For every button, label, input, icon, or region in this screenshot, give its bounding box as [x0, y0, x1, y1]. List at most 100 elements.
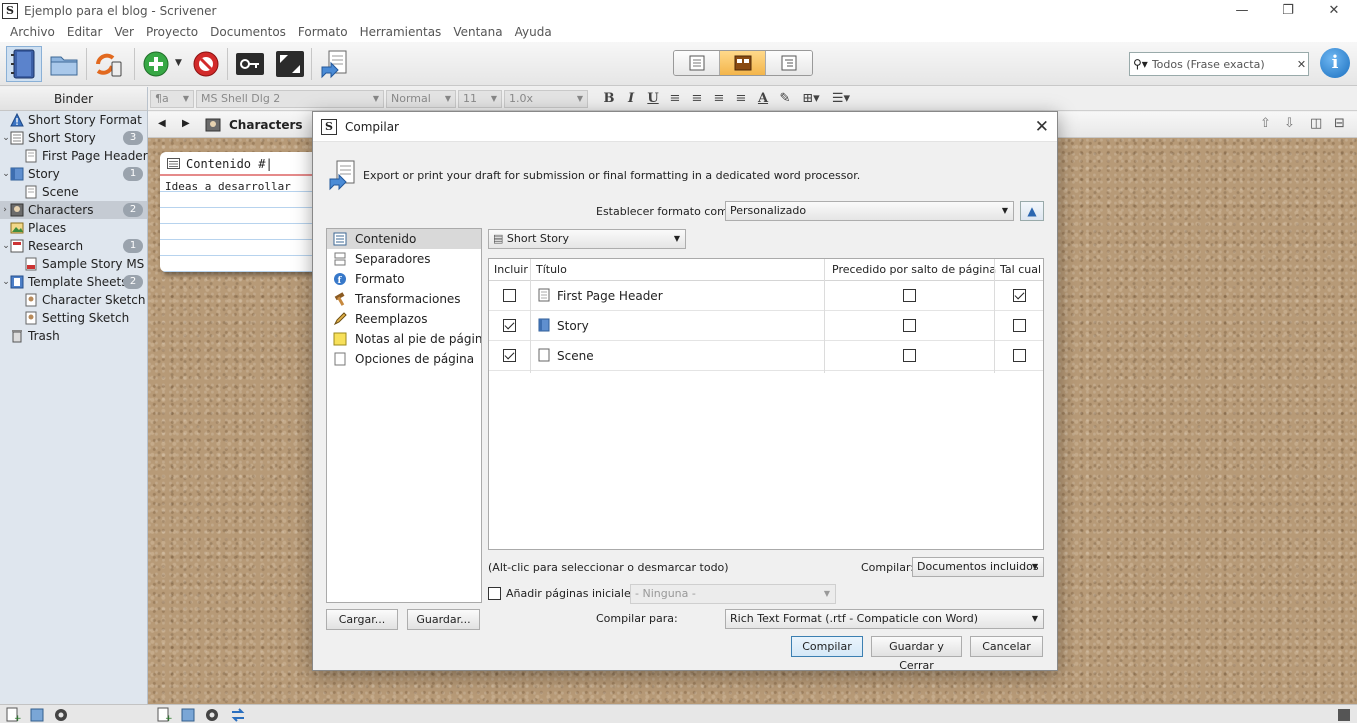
- table-icon[interactable]: ⊞▾: [796, 91, 826, 106]
- add-item-dropdown-arrow[interactable]: ▼: [175, 58, 182, 68]
- menu-proyecto[interactable]: Proyecto: [140, 25, 204, 39]
- format-dropdown[interactable]: Personalizado ▼: [725, 201, 1014, 221]
- keywords-button[interactable]: [232, 46, 268, 82]
- swap-arrows-icon[interactable]: [230, 707, 246, 722]
- split-horizontal-icon[interactable]: ⊟: [1334, 116, 1345, 131]
- card-synopsis[interactable]: Ideas a desarrollar: [160, 176, 320, 272]
- font-select[interactable]: MS Shell Dlg 2 ▼: [196, 89, 384, 108]
- menu-ventana[interactable]: Ventana: [447, 25, 508, 39]
- binder-item[interactable]: ⌄ Short Story 3: [0, 129, 147, 147]
- binder-item[interactable]: ⌄ Template Sheets 2: [0, 273, 147, 291]
- nav-contenido[interactable]: Contenido: [327, 229, 481, 249]
- corkboard-options-icon[interactable]: [1336, 707, 1352, 722]
- page-break-checkbox[interactable]: [903, 319, 916, 332]
- as-is-checkbox[interactable]: [1013, 289, 1026, 302]
- add-folder-icon[interactable]: [29, 707, 45, 722]
- card-title[interactable]: Contenido #|: [160, 152, 320, 176]
- include-checkbox[interactable]: [503, 319, 516, 332]
- menu-formato[interactable]: Formato: [292, 25, 354, 39]
- minimize-button[interactable]: —: [1219, 0, 1265, 22]
- close-window-button[interactable]: ✕: [1311, 0, 1357, 22]
- view-corkboard-button[interactable]: [720, 51, 766, 75]
- align-justify-icon[interactable]: ≡: [708, 91, 730, 106]
- add-folder-icon[interactable]: [180, 707, 196, 722]
- info-icon[interactable]: i: [1320, 48, 1350, 78]
- style-select[interactable]: ¶a ▼: [150, 89, 194, 108]
- add-item-button[interactable]: [138, 46, 174, 82]
- nav-formato[interactable]: f Formato: [327, 269, 481, 289]
- line-spacing-select[interactable]: 1.0x ▼: [504, 89, 588, 108]
- binder-item[interactable]: Character Sketch: [0, 291, 147, 309]
- bold-button[interactable]: B: [598, 91, 620, 106]
- binder-item[interactable]: Scene: [0, 183, 147, 201]
- menu-ver[interactable]: Ver: [108, 25, 140, 39]
- add-document-icon[interactable]: +: [5, 707, 21, 722]
- binder-item[interactable]: First Page Header: [0, 147, 148, 165]
- binder-item[interactable]: › Characters 2: [0, 201, 147, 219]
- font-size-select[interactable]: 11 ▼: [458, 89, 502, 108]
- compile-selection-dropdown[interactable]: Documentos incluidos ▼: [912, 557, 1044, 577]
- list-icon[interactable]: ☰▾: [826, 91, 856, 106]
- binder-item[interactable]: ⌄ Research 1: [0, 237, 147, 255]
- align-left-icon[interactable]: ≡: [664, 91, 686, 106]
- nav-opciones-pagina[interactable]: Opciones de página: [327, 349, 481, 369]
- nav-transformaciones[interactable]: Transformaciones: [327, 289, 481, 309]
- delete-item-button[interactable]: [188, 46, 224, 82]
- binder-item[interactable]: Setting Sketch: [0, 309, 147, 327]
- view-scrivenings-button[interactable]: [674, 51, 720, 75]
- view-outliner-button[interactable]: [766, 51, 812, 75]
- menu-ayuda[interactable]: Ayuda: [509, 25, 558, 39]
- add-front-matter-checkbox[interactable]: [488, 587, 501, 600]
- front-matter-dropdown[interactable]: - Ninguna - ▼: [630, 584, 836, 604]
- page-break-checkbox[interactable]: [903, 349, 916, 362]
- compile-button[interactable]: Compilar: [791, 636, 863, 657]
- binder-item[interactable]: Places: [0, 219, 147, 237]
- as-is-checkbox[interactable]: [1013, 349, 1026, 362]
- menu-herramientas[interactable]: Herramientas: [354, 25, 448, 39]
- highlight-icon[interactable]: ✎: [774, 91, 796, 106]
- binder-item[interactable]: Short Story Format: [0, 111, 147, 129]
- text-color-icon[interactable]: A: [752, 91, 774, 106]
- align-right-icon[interactable]: ≡: [730, 91, 752, 106]
- nav-separadores[interactable]: Separadores: [327, 249, 481, 269]
- format-upload-icon[interactable]: ▲: [1020, 201, 1044, 221]
- settings-gear-icon[interactable]: [204, 707, 220, 722]
- font-weight-select[interactable]: Normal ▼: [386, 89, 456, 108]
- save-button[interactable]: Guardar...: [407, 609, 480, 630]
- include-checkbox[interactable]: [503, 289, 516, 302]
- cancel-button[interactable]: Cancelar: [970, 636, 1043, 657]
- search-input[interactable]: [1151, 57, 1297, 71]
- chevron-right-icon[interactable]: ›: [0, 201, 10, 219]
- binder-item[interactable]: ⌄ Story 1: [0, 165, 147, 183]
- save-and-close-button[interactable]: Guardar y Cerrar: [871, 636, 962, 672]
- clear-search-icon[interactable]: ✕: [1297, 58, 1306, 71]
- page-break-checkbox[interactable]: [903, 289, 916, 302]
- underline-button[interactable]: U: [642, 91, 664, 106]
- load-button[interactable]: Cargar...: [326, 609, 398, 630]
- split-vertical-icon[interactable]: ◫: [1310, 116, 1322, 131]
- binder-item[interactable]: Sample Story MS: [0, 255, 147, 273]
- add-document-icon[interactable]: +: [156, 707, 172, 722]
- move-up-icon[interactable]: ⇧: [1260, 116, 1271, 131]
- align-center-icon[interactable]: ≡: [686, 91, 708, 106]
- compile-toolbar-button[interactable]: [316, 46, 352, 82]
- content-dropdown[interactable]: ▤ Short Story ▼: [488, 229, 686, 249]
- menu-archivo[interactable]: Archivo: [4, 25, 61, 39]
- compile-for-dropdown[interactable]: Rich Text Format (.rtf - Compaticle con …: [725, 609, 1044, 629]
- include-checkbox[interactable]: [503, 349, 516, 362]
- dialog-close-icon[interactable]: ✕: [1035, 117, 1049, 137]
- collections-button[interactable]: [46, 46, 82, 82]
- binder-toggle-button[interactable]: [6, 46, 42, 82]
- nav-notas[interactable]: Notas al pie de página: [327, 329, 481, 349]
- move-down-icon[interactable]: ⇩: [1284, 116, 1295, 131]
- italic-button[interactable]: I: [620, 91, 642, 106]
- as-is-checkbox[interactable]: [1013, 319, 1026, 332]
- menu-editar[interactable]: Editar: [61, 25, 109, 39]
- binder-item[interactable]: Trash: [0, 327, 147, 345]
- menu-documentos[interactable]: Documentos: [204, 25, 292, 39]
- back-arrow-icon[interactable]: ◀: [158, 118, 166, 129]
- sync-button[interactable]: [90, 46, 126, 82]
- maximize-button[interactable]: ❐: [1265, 0, 1311, 22]
- settings-gear-icon[interactable]: [53, 707, 69, 722]
- composition-mode-button[interactable]: [272, 46, 308, 82]
